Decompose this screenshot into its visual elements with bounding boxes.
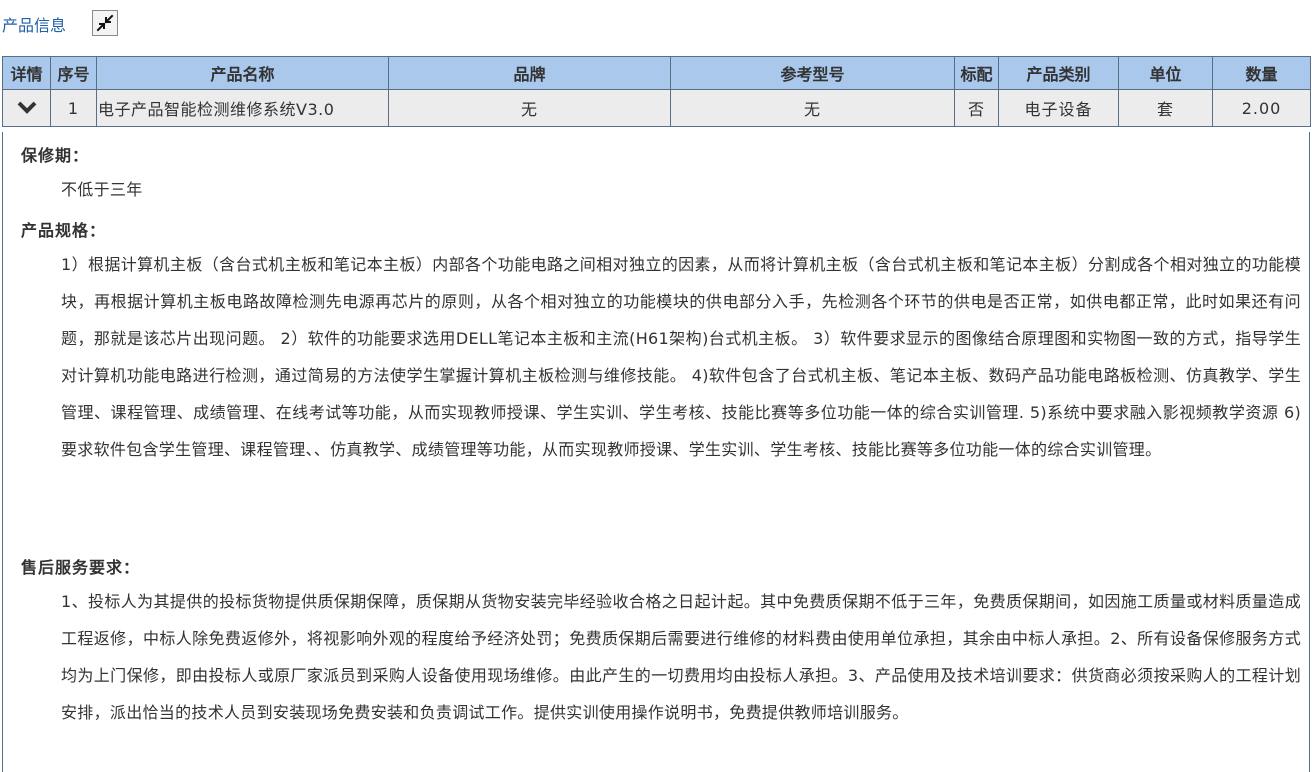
collapse-button[interactable] (92, 10, 118, 36)
product-table: 详情 序号 产品名称 品牌 参考型号 标配 产品类别 单位 数量 1 电子产品智… (2, 56, 1311, 127)
col-standard-header: 标配 (954, 56, 999, 90)
quantity-cell: 2.00 (1212, 89, 1311, 127)
col-unit-header: 单位 (1118, 56, 1213, 90)
chevron-down-icon[interactable] (17, 99, 37, 118)
unit-cell: 套 (1118, 89, 1213, 127)
spec-text: 1）根据计算机主板（含台式机主板和笔记本主板）内部各个功能电路之间相对独立的因素… (61, 255, 1301, 459)
warranty-text: 不低于三年 (61, 180, 143, 199)
product-info-header: 产品信息 (0, 0, 1312, 46)
product-name-cell: 电子产品智能检测维修系统V3.0 (96, 89, 389, 127)
model-cell: 无 (670, 89, 955, 127)
detail-cell[interactable] (2, 89, 51, 127)
col-detail-header: 详情 (2, 56, 51, 90)
table-row[interactable]: 1 电子产品智能检测维修系统V3.0 无 无 否 电子设备 套 2.00 (2, 89, 1311, 127)
section-title: 产品信息 (2, 16, 67, 35)
collapse-arrows-icon (96, 14, 114, 32)
col-model-header: 参考型号 (670, 56, 955, 90)
category-cell: 电子设备 (998, 89, 1119, 127)
col-category-header: 产品类别 (998, 56, 1119, 90)
table-header-row: 详情 序号 产品名称 品牌 参考型号 标配 产品类别 单位 数量 (2, 56, 1311, 90)
col-index-header: 序号 (50, 56, 97, 90)
col-name-header: 产品名称 (96, 56, 389, 90)
service-text: 1、投标人为其提供的投标货物提供质保期保障，质保期从货物安装完毕经验收合格之日起… (61, 592, 1301, 722)
product-detail-panel: 保修期： 不低于三年 产品规格： 1）根据计算机主板（含台式机主板和笔记本主板）… (2, 132, 1310, 772)
standard-cell: 否 (954, 89, 999, 127)
spec-label: 产品规格： (21, 221, 107, 240)
col-brand-header: 品牌 (388, 56, 671, 90)
service-label: 售后服务要求： (21, 558, 141, 577)
brand-cell: 无 (388, 89, 671, 127)
warranty-label: 保修期： (21, 146, 90, 165)
col-quantity-header: 数量 (1212, 56, 1311, 90)
index-cell: 1 (50, 89, 97, 127)
